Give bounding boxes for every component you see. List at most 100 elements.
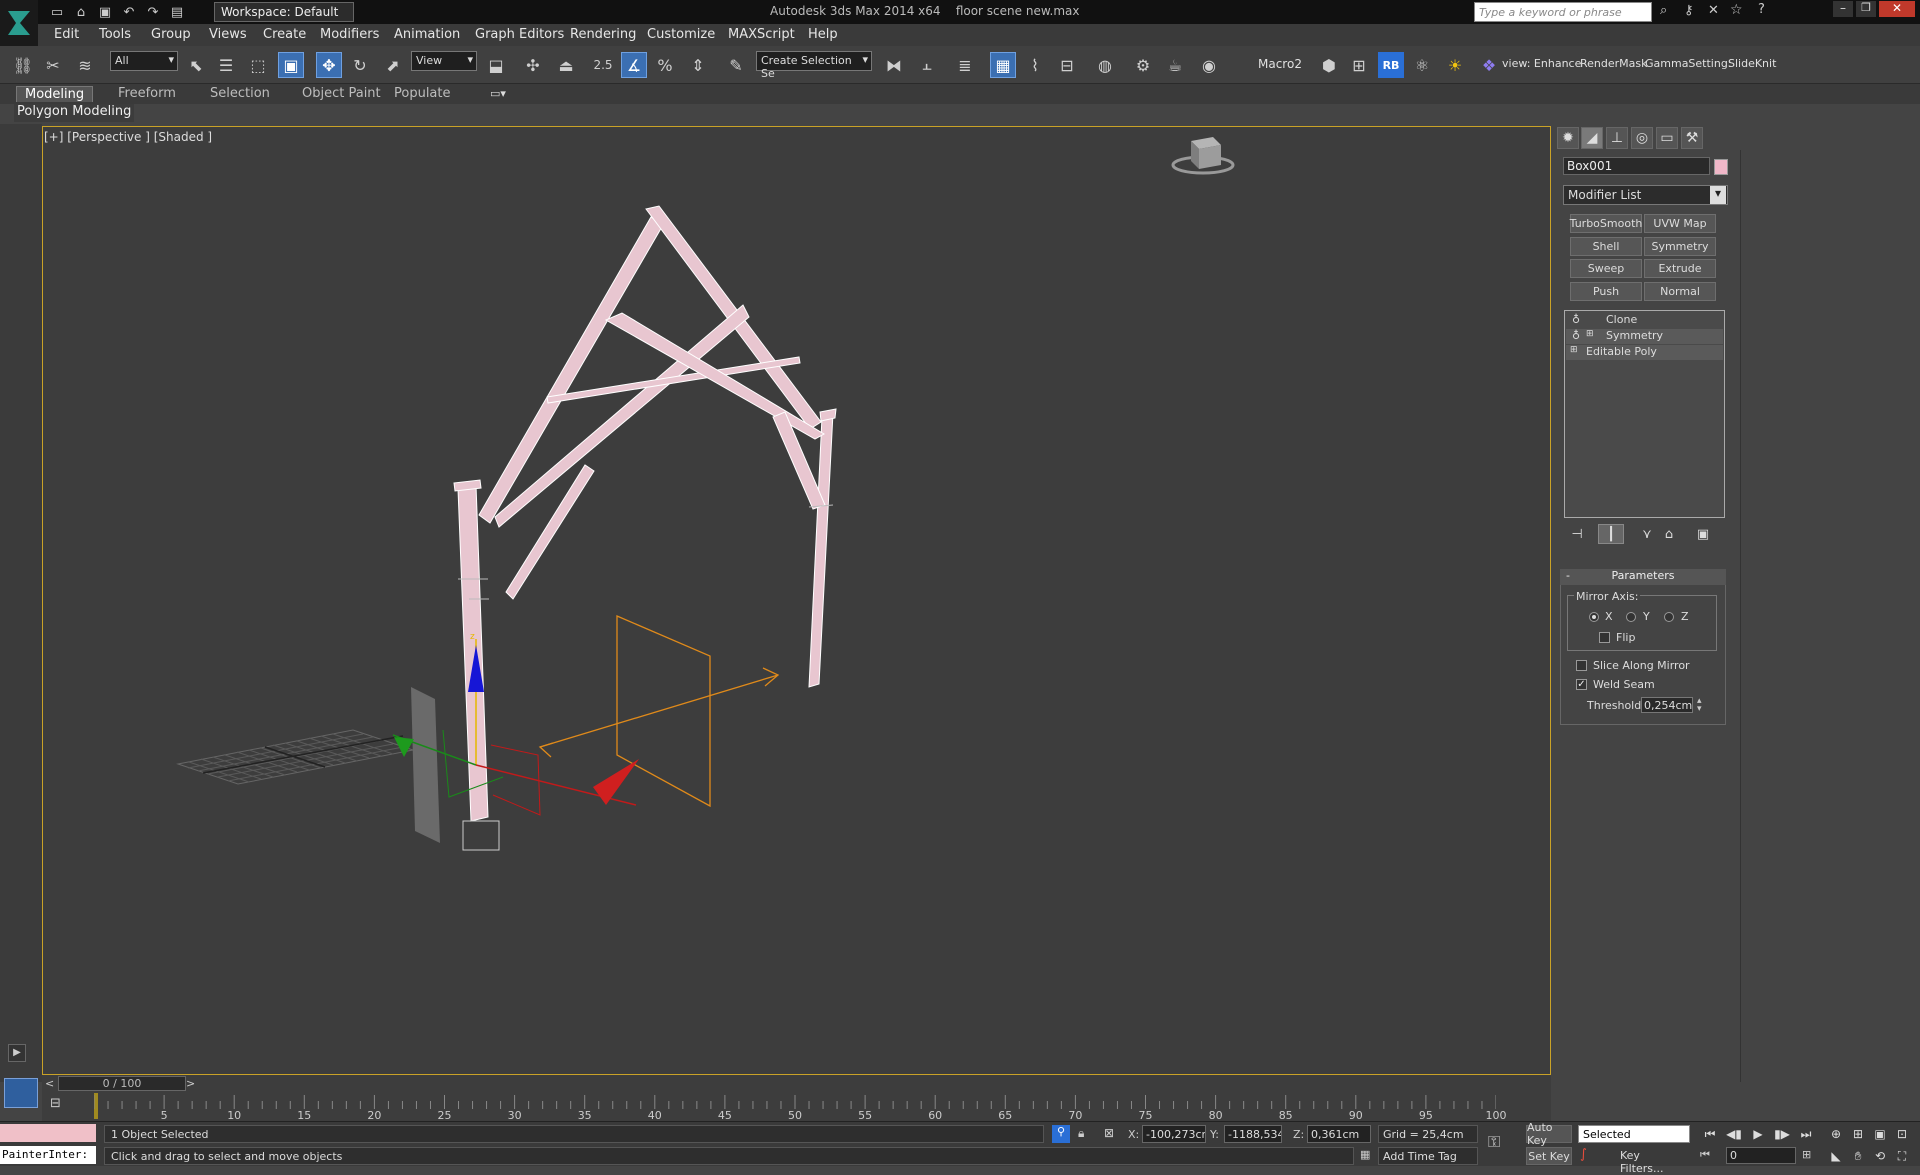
spinner-snap-icon[interactable]: ⇕ xyxy=(685,52,711,78)
remove-modifier-icon[interactable]: ⌂ xyxy=(1656,524,1682,544)
stack-item-symmetry[interactable]: ♁ ⊞ Symmetry xyxy=(1566,329,1723,344)
key-icon[interactable]: ⚷ xyxy=(1684,3,1694,18)
select-and-move-icon[interactable]: ✥ xyxy=(316,52,342,78)
time-prev-icon[interactable]: < xyxy=(45,1077,54,1090)
menu-animation[interactable]: Animation xyxy=(394,27,460,42)
application-menu-button[interactable] xyxy=(0,0,38,46)
tab-freeform[interactable]: Freeform xyxy=(110,86,184,101)
show-end-result-icon[interactable]: ┃ xyxy=(1598,524,1624,544)
pivot-center-icon[interactable]: ⬓ xyxy=(483,52,509,78)
viewport-label[interactable]: [+] [Perspective ] [Shaded ] xyxy=(44,130,212,144)
x-coordinate-field[interactable]: -100,273cm xyxy=(1142,1125,1206,1143)
symmetry-button[interactable]: Symmetry xyxy=(1644,237,1716,256)
rectangular-selection-icon[interactable]: ⬚ xyxy=(245,52,271,78)
mini-curve-editor-icon[interactable] xyxy=(4,1078,38,1108)
default-tangent-icon[interactable]: ∫ xyxy=(1580,1147,1587,1162)
select-by-name-icon[interactable]: ☰ xyxy=(213,52,239,78)
slice-along-mirror-checkbox[interactable] xyxy=(1576,660,1587,671)
redo-icon[interactable]: ↷ xyxy=(144,3,162,21)
enhance-macro-icon[interactable]: ❖ xyxy=(1476,52,1502,78)
window-crossing-icon[interactable]: ▣ xyxy=(278,52,304,78)
create-panel-icon[interactable]: ✹ xyxy=(1557,127,1579,149)
open-file-icon[interactable]: ⌂ xyxy=(72,3,90,21)
close-button[interactable]: ✕ xyxy=(1879,1,1915,17)
threshold-spinner[interactable]: 0,254cm xyxy=(1641,697,1693,713)
viewport-play-icon[interactable]: ▶ xyxy=(8,1044,26,1062)
spinner-arrows-icon[interactable]: ▴ ▾ xyxy=(1697,697,1702,714)
menu-create[interactable]: Create xyxy=(263,27,306,42)
favorites-star-icon[interactable]: ☆ xyxy=(1730,2,1743,18)
go-to-start-icon[interactable]: ⏮ xyxy=(1700,1125,1720,1143)
set-key-icon[interactable]: ⚿ xyxy=(1488,1132,1500,1152)
configure-modifier-sets-icon[interactable]: ▣ xyxy=(1690,524,1716,544)
view-enhance-button[interactable]: view: Enhance xyxy=(1502,57,1581,70)
hierarchy-panel-icon[interactable]: ⊥ xyxy=(1606,127,1628,149)
align-icon[interactable]: ⫠ xyxy=(914,52,940,78)
current-frame-field[interactable]: 0 xyxy=(1726,1147,1796,1164)
play-icon[interactable]: ▶ xyxy=(1748,1125,1768,1143)
tab-selection[interactable]: Selection xyxy=(202,86,278,101)
flip-checkbox[interactable] xyxy=(1599,632,1610,643)
push-button[interactable]: Push xyxy=(1570,282,1642,301)
undo-icon[interactable]: ↶ xyxy=(120,3,138,21)
tab-object-paint[interactable]: Object Paint xyxy=(294,86,389,101)
modify-panel-icon[interactable]: ◢ xyxy=(1581,127,1603,149)
snaps-toggle-icon[interactable]: 2.5 xyxy=(590,52,616,78)
tab-modeling[interactable]: Modeling xyxy=(16,86,94,102)
parameters-rollout-header[interactable]: - Parameters xyxy=(1560,569,1726,585)
schematic-view-icon[interactable]: ⊟ xyxy=(1054,52,1080,78)
stack-item-editable-poly[interactable]: ⊞ Editable Poly xyxy=(1566,345,1723,360)
angle-snap-icon[interactable]: ∡ xyxy=(621,52,647,78)
reference-coordinate-dropdown[interactable]: View xyxy=(411,51,477,71)
pan-view-icon[interactable]: ✋︎ xyxy=(1848,1147,1868,1165)
auto-key-button[interactable]: Auto Key xyxy=(1526,1121,1572,1147)
rb-button[interactable]: RB xyxy=(1378,52,1404,78)
polygon-modeling-panel[interactable]: Polygon Modeling xyxy=(14,104,135,122)
menu-help[interactable]: Help xyxy=(808,27,838,42)
render-icon[interactable]: ◉ xyxy=(1196,52,1222,78)
time-slider[interactable]: 0 / 100 xyxy=(58,1076,186,1091)
object-color-swatch[interactable] xyxy=(1714,159,1728,175)
select-manipulate-icon[interactable]: ✣ xyxy=(520,52,546,78)
z-coordinate-field[interactable]: 0,361cm xyxy=(1307,1125,1371,1143)
select-object-icon[interactable]: ⬉ xyxy=(183,52,209,78)
previous-frame-icon[interactable]: ◀▮ xyxy=(1724,1125,1744,1143)
mirror-icon[interactable]: ⧓ xyxy=(881,52,907,78)
viewcube[interactable] xyxy=(1171,137,1235,175)
y-coordinate-field[interactable]: -1188,534 xyxy=(1224,1125,1282,1143)
menu-graph-editors[interactable]: Graph Editors xyxy=(475,27,564,42)
percent-snap-icon[interactable]: % xyxy=(652,52,678,78)
shell-button[interactable]: Shell xyxy=(1570,237,1642,256)
menu-rendering[interactable]: Rendering xyxy=(570,27,636,42)
maximize-viewport-icon[interactable]: ⛶ xyxy=(1892,1147,1912,1165)
keyboard-shortcut-override-icon[interactable]: ⏏ xyxy=(553,52,579,78)
workspace-dropdown[interactable]: Workspace: Default xyxy=(214,2,354,22)
render-setup-icon[interactable]: ⚙ xyxy=(1130,52,1156,78)
cube-macro-icon[interactable]: ⬢ xyxy=(1316,52,1342,78)
selection-lock-icon[interactable]: 🔒︎ xyxy=(1078,1126,1084,1141)
menu-maxscript[interactable]: MAXScript xyxy=(728,27,795,42)
minimize-button[interactable]: – xyxy=(1833,1,1853,17)
normal-button[interactable]: Normal xyxy=(1644,282,1716,301)
isolate-selection-icon[interactable]: ⚲ xyxy=(1052,1125,1070,1143)
bind-spacewarp-icon[interactable]: ≋ xyxy=(72,52,98,78)
new-file-icon[interactable]: ▭ xyxy=(48,3,66,21)
extrude-button[interactable]: Extrude xyxy=(1644,259,1716,278)
stack-item-clone[interactable]: ♁ Clone xyxy=(1566,313,1723,328)
menu-customize[interactable]: Customize xyxy=(647,27,715,42)
perspective-viewport[interactable]: z xyxy=(42,126,1551,1075)
key-filters-button[interactable]: Key Filters... xyxy=(1590,1147,1700,1175)
curve-editor-icon[interactable]: ⌇ xyxy=(1022,52,1048,78)
ribbon-options-icon[interactable]: ▭▾ xyxy=(490,87,506,100)
link-icon[interactable]: ⛓ xyxy=(10,52,36,78)
restore-button[interactable]: ❐ xyxy=(1856,1,1876,17)
set-key-button[interactable]: Set Key xyxy=(1526,1147,1572,1165)
time-config-icon[interactable]: ⊞ xyxy=(1802,1148,1811,1161)
scene-explorer-icon[interactable]: ▦ xyxy=(990,52,1016,78)
selection-filter-dropdown[interactable]: All xyxy=(110,51,178,71)
zoom-icon[interactable]: ⊕ xyxy=(1826,1125,1846,1143)
object-name-field[interactable]: Box001 xyxy=(1563,157,1710,175)
key-set-selection-dropdown[interactable]: Selected xyxy=(1578,1125,1690,1143)
axis-z-radio[interactable] xyxy=(1664,612,1674,622)
turbosmooth-button[interactable]: TurboSmooth xyxy=(1570,214,1642,233)
